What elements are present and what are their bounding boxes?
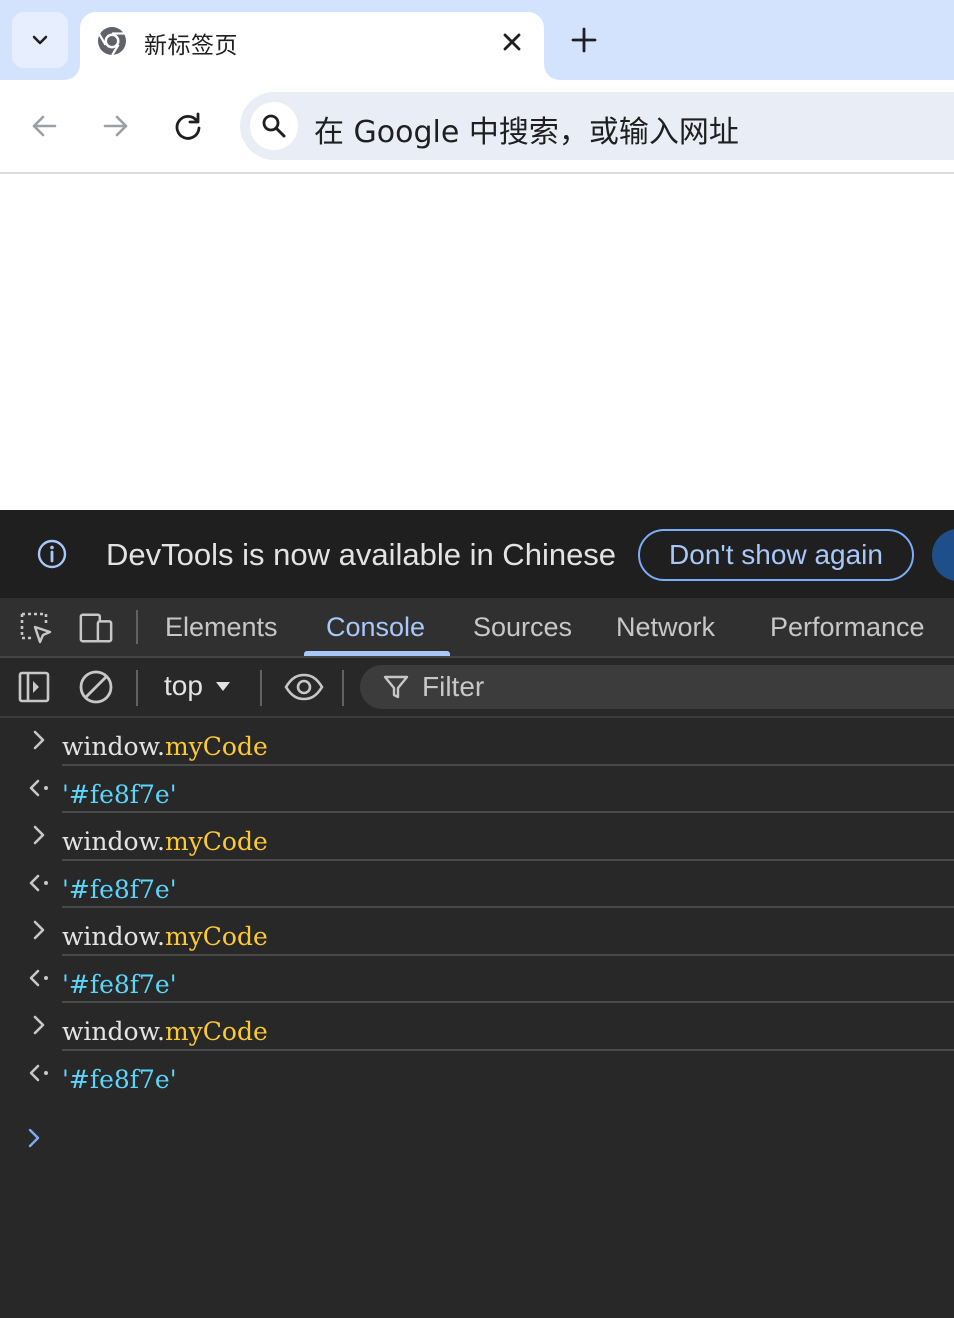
chevron-right-icon	[33, 825, 45, 845]
result-arrow-icon	[29, 1064, 48, 1082]
context-value: top	[164, 670, 203, 701]
tab-title: 新标签页	[144, 33, 238, 59]
chevron-right-icon	[33, 1015, 45, 1035]
inspect-element-button[interactable]	[18, 610, 54, 646]
inspect-element-icon	[20, 612, 52, 644]
new-tab-button[interactable]	[564, 20, 604, 60]
string-value: '#fe8f7e'	[62, 875, 177, 904]
console-result: '#fe8f7e'	[62, 780, 177, 809]
result-arrow-icon	[29, 874, 48, 892]
console-messages: window.myCode '#fe8f7e' window.myCode '#…	[0, 718, 954, 1096]
property-name: myCode	[164, 732, 268, 761]
search-icon	[262, 114, 286, 138]
devtools-language-infobar: DevTools is now available in Chinese Don…	[0, 510, 954, 598]
object-name: window	[62, 922, 157, 951]
console-filter-input[interactable]: Filter	[360, 665, 954, 709]
arrow-right-icon	[103, 115, 128, 137]
console-output-row: '#fe8f7e'	[29, 766, 954, 813]
close-icon	[503, 33, 521, 51]
chevron-right-icon	[33, 920, 45, 940]
console-result: '#fe8f7e'	[62, 1065, 177, 1094]
console-output-row: '#fe8f7e'	[29, 1051, 954, 1096]
clear-console-icon	[79, 670, 113, 704]
chrome-icon	[98, 27, 126, 56]
forward-button[interactable]	[96, 106, 136, 146]
reload-icon	[175, 112, 201, 140]
plus-icon	[571, 27, 597, 53]
string-value: '#fe8f7e'	[62, 1065, 177, 1094]
console-result: '#fe8f7e'	[62, 875, 177, 904]
device-toggle-icon	[79, 613, 113, 643]
arrow-left-icon	[32, 115, 57, 137]
console-input-row: window.myCode	[33, 908, 954, 956]
caret-down-icon	[215, 682, 230, 691]
property-name: myCode	[164, 1017, 268, 1046]
result-arrow-icon	[29, 779, 48, 797]
toolbar-divider	[136, 610, 138, 644]
member-dot: .	[156, 732, 165, 761]
chevron-right-icon	[33, 730, 45, 750]
infobar-message: DevTools is now available in Chinese	[106, 537, 617, 572]
browser-tab[interactable]: 新标签页	[80, 12, 544, 80]
active-tab-indicator	[304, 651, 450, 656]
devtools-tab-bar: Elements Console Sources Network Perform…	[0, 598, 954, 658]
dont-show-again-button[interactable]: Don't show again	[638, 529, 914, 581]
page-viewport	[0, 174, 954, 510]
console-input-row: window.myCode	[33, 1003, 954, 1051]
tab-console[interactable]: Console	[326, 612, 425, 643]
filter-placeholder: Filter	[422, 671, 485, 702]
object-name: window	[62, 732, 157, 761]
tab-search-button[interactable]	[12, 12, 68, 68]
tab-elements[interactable]: Elements	[165, 612, 278, 643]
browser-toolbar: 在 Google 中搜索，或输入网址	[0, 80, 954, 174]
back-button[interactable]	[24, 106, 64, 146]
console-expression: window.myCode	[62, 827, 268, 856]
console-expression: window.myCode	[62, 922, 268, 951]
devtools-panel: DevTools is now available in Chinese Don…	[0, 510, 954, 1318]
omnibox-search-badge	[250, 102, 298, 150]
tab-sources[interactable]: Sources	[473, 612, 572, 643]
clear-console-button[interactable]	[78, 669, 114, 705]
console-prompt-icon[interactable]	[26, 1126, 46, 1150]
console-output-row: '#fe8f7e'	[29, 956, 954, 1003]
live-expression-button[interactable]	[284, 669, 324, 705]
javascript-context-select[interactable]: top	[164, 670, 231, 702]
member-dot: .	[156, 827, 165, 856]
address-bar[interactable]: 在 Google 中搜索，或输入网址	[240, 92, 954, 160]
device-toolbar-button[interactable]	[78, 610, 114, 646]
string-value: '#fe8f7e'	[62, 970, 177, 999]
toolbar-divider	[260, 670, 262, 706]
tab-performance[interactable]: Performance	[770, 612, 925, 643]
toolbar-divider	[136, 670, 138, 706]
info-icon	[37, 539, 67, 569]
result-arrow-icon	[29, 969, 48, 987]
console-output-row: '#fe8f7e'	[29, 861, 954, 908]
chevron-down-icon	[32, 35, 48, 45]
sidebar-toggle-icon	[18, 671, 50, 703]
show-sidebar-button[interactable]	[16, 669, 52, 705]
string-value: '#fe8f7e'	[62, 780, 177, 809]
omnibox-placeholder: 在 Google 中搜索，或输入网址	[314, 115, 739, 150]
infobar-action-button[interactable]	[932, 529, 954, 581]
member-dot: .	[156, 1017, 165, 1046]
console-expression: window.myCode	[62, 732, 268, 761]
tab-network[interactable]: Network	[616, 612, 715, 643]
property-name: myCode	[164, 827, 268, 856]
object-name: window	[62, 1017, 157, 1046]
toolbar-divider	[342, 670, 344, 706]
member-dot: .	[156, 922, 165, 951]
console-toolbar: top Filter	[0, 658, 954, 718]
tab-strip: 新标签页	[0, 0, 954, 80]
eye-icon	[284, 673, 324, 701]
object-name: window	[62, 827, 157, 856]
console-input-row: window.myCode	[33, 718, 954, 766]
console-input-row: window.myCode	[33, 813, 954, 861]
property-name: myCode	[164, 922, 268, 951]
filter-icon	[383, 675, 409, 699]
reload-button[interactable]	[168, 106, 208, 146]
tab-close-button[interactable]	[496, 26, 528, 58]
console-result: '#fe8f7e'	[62, 970, 177, 999]
console-expression: window.myCode	[62, 1017, 268, 1046]
